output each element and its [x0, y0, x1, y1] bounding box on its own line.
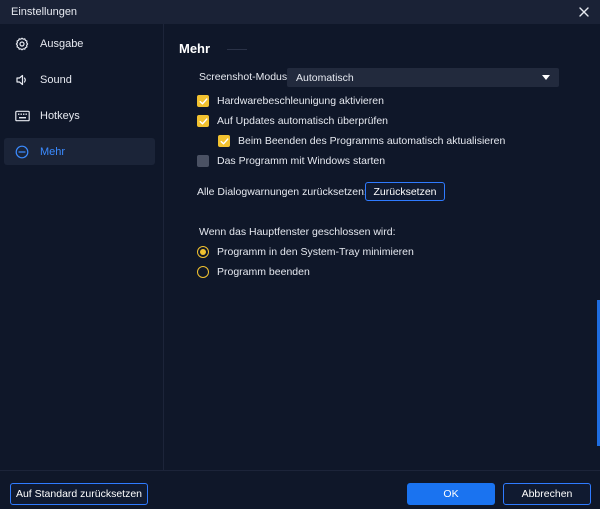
check-icon	[199, 97, 207, 104]
gear-icon	[14, 36, 30, 52]
sidebar-item-label: Sound	[40, 73, 72, 86]
settings-content: Mehr Screenshot-Modus: Automatisch Hardw…	[165, 24, 600, 470]
speaker-icon	[14, 72, 30, 88]
sidebar-item-label: Hotkeys	[40, 109, 80, 122]
checkbox-row-updates[interactable]: Auf Updates automatisch überprüfen	[197, 115, 388, 127]
hardware-acceleration-checkbox[interactable]	[197, 95, 209, 107]
screenshot-mode-select[interactable]: Automatisch	[287, 68, 559, 87]
radio-dot	[200, 249, 206, 255]
close-icon	[579, 7, 589, 17]
exit-program-radio[interactable]	[197, 266, 209, 278]
ok-button[interactable]: OK	[407, 483, 495, 505]
check-icon	[199, 117, 207, 124]
close-behavior-row: Wenn das Hauptfenster geschlossen wird:	[199, 226, 396, 238]
checkbox-label: Auf Updates automatisch überprüfen	[217, 115, 389, 127]
title-bar: Einstellungen	[0, 0, 600, 24]
sidebar-item-mehr[interactable]: Mehr	[4, 138, 155, 165]
footer: Auf Standard zurücksetzen OK Abbrechen	[0, 470, 600, 509]
screenshot-mode-value: Automatisch	[296, 71, 354, 84]
sidebar-item-label: Ausgabe	[40, 37, 84, 50]
checkbox-row-windows-start[interactable]: Das Programm mit Windows starten	[197, 155, 385, 167]
section-title: Mehr	[179, 41, 211, 56]
minimize-to-tray-radio[interactable]	[197, 246, 209, 258]
screenshot-mode-row: Screenshot-Modus:	[199, 71, 290, 83]
start-with-windows-checkbox[interactable]	[197, 155, 209, 167]
close-button[interactable]	[577, 5, 591, 19]
check-icon	[220, 137, 228, 144]
sidebar-item-sound[interactable]: Sound	[4, 66, 155, 93]
chevron-down-icon	[542, 75, 550, 80]
sidebar: Ausgabe Sound Hotkeys Mehr	[0, 24, 164, 470]
keyboard-icon	[14, 108, 30, 124]
close-behavior-label: Wenn das Hauptfenster geschlossen wird:	[199, 226, 396, 238]
reset-warnings-button[interactable]: Zurücksetzen	[365, 182, 445, 201]
reset-warnings-row: Alle Dialogwarnungen zurücksetzen:	[197, 186, 367, 198]
auto-update-check-checkbox[interactable]	[197, 115, 209, 127]
radio-row-exit[interactable]: Programm beenden	[197, 266, 310, 278]
auto-update-on-exit-checkbox[interactable]	[218, 135, 230, 147]
checkbox-row-hardware[interactable]: Hardwarebeschleunigung aktivieren	[197, 95, 384, 107]
more-icon	[14, 144, 30, 160]
checkbox-label: Hardwarebeschleunigung aktivieren	[217, 95, 384, 107]
radio-row-minimize[interactable]: Programm in den System-Tray minimieren	[197, 246, 414, 258]
radio-label: Programm beenden	[217, 266, 310, 278]
cancel-button[interactable]: Abbrechen	[503, 483, 591, 505]
screenshot-mode-label: Screenshot-Modus:	[199, 71, 291, 83]
reset-defaults-button[interactable]: Auf Standard zurücksetzen	[10, 483, 148, 505]
sidebar-item-label: Mehr	[40, 145, 66, 158]
checkbox-row-auto-update[interactable]: Beim Beenden des Programms automatisch a…	[218, 135, 505, 147]
reset-warnings-label: Alle Dialogwarnungen zurücksetzen:	[197, 186, 367, 198]
sidebar-item-hotkeys[interactable]: Hotkeys	[4, 102, 155, 129]
window-title: Einstellungen	[11, 6, 78, 18]
sidebar-item-ausgabe[interactable]: Ausgabe	[4, 30, 155, 57]
checkbox-label: Das Programm mit Windows starten	[217, 155, 386, 167]
checkbox-label: Beim Beenden des Programms automatisch a…	[238, 135, 506, 147]
radio-label: Programm in den System-Tray minimieren	[217, 246, 414, 258]
section-divider	[227, 49, 247, 50]
